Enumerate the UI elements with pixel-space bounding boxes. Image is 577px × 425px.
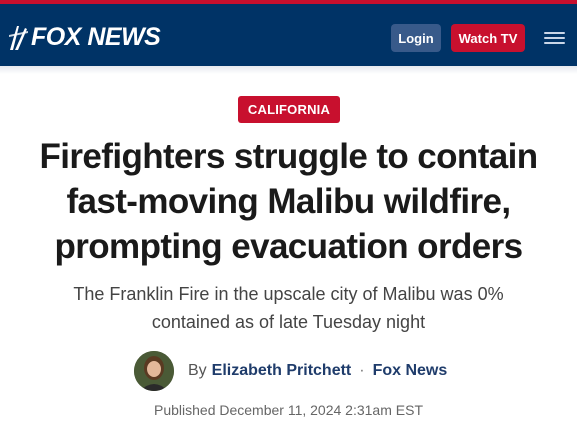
source-link[interactable]: Fox News xyxy=(373,362,448,380)
header-shadow xyxy=(0,66,577,74)
published-timestamp: Published December 11, 2024 2:31am EST xyxy=(153,402,423,418)
author-avatar[interactable] xyxy=(134,351,174,391)
byline-prefix: By xyxy=(188,362,207,379)
logo-text: FOX NEWS xyxy=(31,22,161,51)
author-photo-icon xyxy=(134,351,174,391)
searchlight-logo-icon xyxy=(9,26,28,50)
article-headline: Firefighters struggle to contain fast-mo… xyxy=(39,137,538,266)
article-subheadline: The Franklin Fire in the upscale city of… xyxy=(73,284,504,332)
category-badge[interactable]: CALIFORNIA xyxy=(238,96,340,123)
byline-separator: · xyxy=(359,362,365,379)
login-button[interactable]: Login xyxy=(391,24,441,52)
byline: By Elizabeth Pritchett · Fox News xyxy=(134,351,447,391)
author-link[interactable]: Elizabeth Pritchett xyxy=(212,362,352,380)
menu-icon[interactable] xyxy=(544,32,565,46)
fox-news-logo[interactable]: FOX NEWS xyxy=(8,22,161,52)
watch-tv-button[interactable]: Watch TV xyxy=(451,24,525,52)
site-header: FOX NEWS Login Watch TV xyxy=(0,4,577,66)
